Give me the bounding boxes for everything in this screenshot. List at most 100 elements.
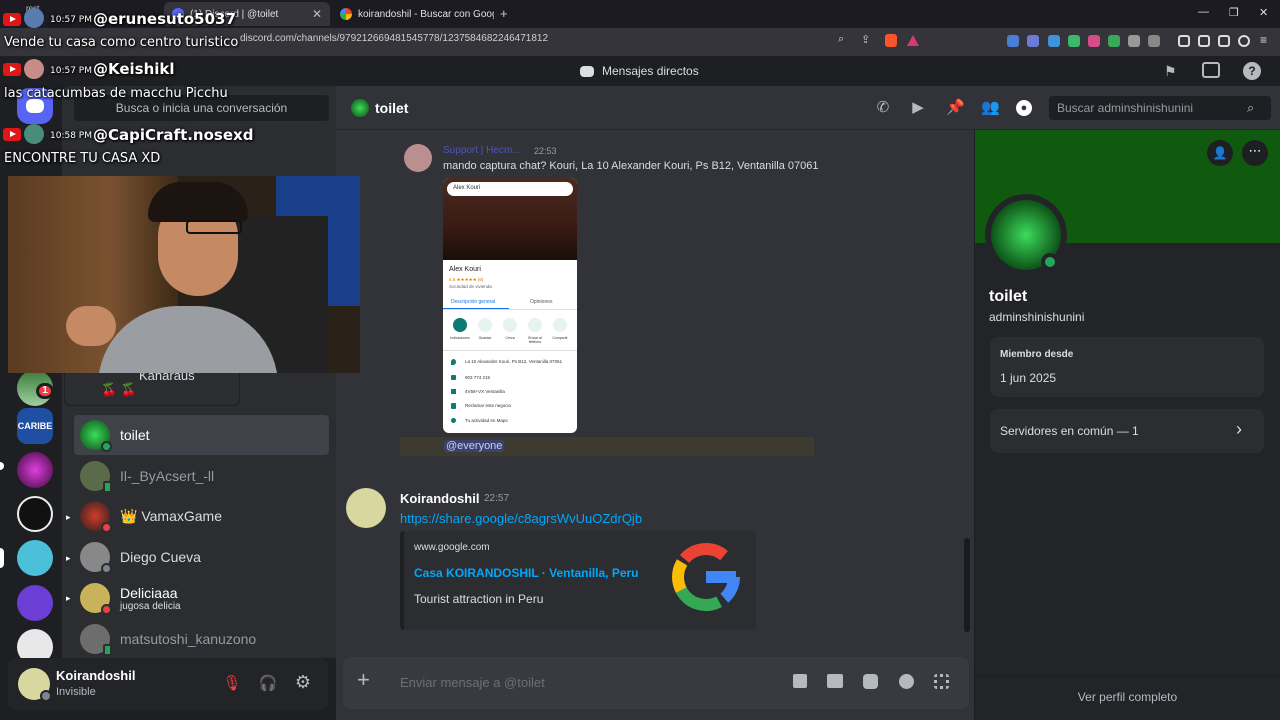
avatar	[80, 542, 112, 574]
share-icon[interactable]: ⇪	[861, 33, 870, 46]
message-avatar[interactable]	[346, 488, 386, 528]
place-plus-code: 4V58+VX Ventanilla	[465, 389, 505, 394]
voice-call-icon[interactable]: ✆	[875, 100, 891, 116]
settings-gear-icon[interactable]: ⚙	[293, 672, 313, 692]
leo-icon[interactable]	[1218, 35, 1230, 47]
avatar	[80, 501, 112, 533]
dm-item[interactable]: 👑 VamaxGame	[74, 496, 329, 536]
maps-search-box: Alex Kouri	[447, 182, 573, 196]
minimize-icon[interactable]: —	[1198, 6, 1209, 18]
channel-name[interactable]: toilet	[375, 100, 408, 116]
dm-item[interactable]: matsutoshi_kanuzono	[74, 619, 329, 659]
extension-icon[interactable]	[1027, 35, 1039, 47]
inbox-icon[interactable]	[1202, 62, 1220, 78]
help-icon[interactable]: ?	[1243, 62, 1261, 80]
user-avatar[interactable]	[18, 668, 52, 702]
brave-rewards-icon[interactable]	[907, 35, 919, 46]
chat-user: @erunesuto5037	[93, 10, 236, 28]
mutual-servers-button[interactable]: Servidores en común — 1 ›	[990, 409, 1264, 453]
extension-icon[interactable]	[1068, 35, 1080, 47]
more-options-icon[interactable]: ⋯	[1242, 140, 1268, 166]
member-since-label: Miembro desde	[1000, 349, 1074, 360]
emoji-icon[interactable]	[899, 674, 914, 689]
status-online-icon	[101, 441, 112, 452]
message-avatar[interactable]	[404, 144, 432, 172]
add-friends-to-dm-icon[interactable]: 👥	[981, 100, 1000, 116]
chat-time: 10:57 PM	[50, 66, 92, 76]
menu-icon[interactable]: ≡	[1260, 33, 1267, 47]
link-embed: www.google.com Casa KOIRANDOSHIL · Venta…	[400, 531, 756, 630]
gift-icon[interactable]	[793, 674, 807, 688]
sticker-icon[interactable]	[863, 674, 878, 689]
place-claim: Reclamar este negocio	[465, 403, 512, 408]
chat-user: @CapiCraft.nosexd	[93, 126, 254, 144]
mute-microphone-icon[interactable]: 🎙	[222, 674, 242, 694]
extension-icon[interactable]	[1148, 35, 1160, 47]
vpn-icon[interactable]	[1238, 35, 1250, 47]
gif-icon[interactable]	[827, 674, 843, 688]
chat-message: ENCONTRE TU CASA XD	[4, 151, 161, 166]
nearby-icon	[503, 318, 517, 332]
chat-message: Vende tu casa como centro turistico	[4, 35, 239, 50]
plus-code-icon	[451, 389, 456, 394]
server-icon[interactable]	[17, 540, 53, 576]
zoom-icon[interactable]: ⌕	[838, 33, 844, 46]
message-link[interactable]: https://share.google/c8agrsWvUuOZdrQjb	[400, 511, 642, 526]
action-label: Compartir	[552, 336, 568, 340]
tab-label: koirandoshil - Buscar con Google	[358, 8, 494, 20]
tab-google[interactable]: koirandoshil - Buscar con Google ✕	[332, 2, 494, 26]
embed-title[interactable]: Casa KOIRANDOSHIL · Ventanilla, Peru	[414, 566, 639, 580]
youtube-icon	[3, 13, 21, 26]
place-name: Alex Kouri	[449, 266, 481, 273]
server-icon[interactable]	[17, 496, 53, 532]
message-input[interactable]: Enviar mensaje a @toilet	[400, 675, 545, 690]
maximize-icon[interactable]: ❐	[1229, 6, 1239, 19]
embed-description: Tourist attraction in Peru	[414, 592, 544, 606]
headphones-icon[interactable]: 🎧	[258, 674, 278, 694]
extension-icon[interactable]	[1048, 35, 1060, 47]
dm-item[interactable]: Diego Cueva	[74, 537, 329, 577]
url-field[interactable]: discord.com/channels/979212669481545778/…	[240, 33, 548, 44]
message-timestamp: 22:57	[484, 493, 510, 504]
server-icon[interactable]	[17, 452, 53, 488]
status-invisible-icon	[40, 690, 52, 702]
view-full-profile-button[interactable]: Ver perfil completo	[975, 690, 1280, 704]
image-attachment[interactable]: Alex Kouri Alex Kouri 4.5 ★★★★★ (6) Soci…	[443, 178, 577, 433]
search-icon: ⌕	[1247, 100, 1255, 115]
apps-icon[interactable]	[934, 674, 949, 689]
video-call-icon[interactable]: ▶	[910, 100, 926, 116]
server-icon-caribe[interactable]: CARIBE	[17, 408, 53, 444]
chatter-avatar	[24, 59, 44, 79]
dm-item[interactable]: Deliciaaa jugosa delicia	[74, 578, 329, 618]
extension-icon[interactable]	[1108, 35, 1120, 47]
person-hand	[66, 306, 116, 346]
extension-icon[interactable]	[1088, 35, 1100, 47]
action-label: Enviar al teléfono	[528, 336, 542, 344]
chevron-right-icon: ›	[1236, 419, 1242, 439]
channel-avatar	[351, 99, 369, 117]
chat-search-input[interactable]: Buscar adminshinishunini	[1049, 96, 1271, 120]
add-attachment-button[interactable]: +	[357, 669, 370, 691]
place-activity: Tu actividad en Maps	[465, 418, 508, 423]
everyone-mention[interactable]: @everyone	[444, 440, 505, 452]
pinned-messages-icon[interactable]: 📌	[946, 100, 965, 116]
user-profile-icon[interactable]: ●	[1016, 100, 1032, 116]
brave-shield-icon[interactable]	[885, 34, 897, 47]
chat-scrollbar[interactable]	[964, 538, 970, 632]
new-tab-button[interactable]: +	[500, 6, 508, 21]
flag-icon[interactable]: ⚑	[1164, 63, 1177, 80]
chat-time: 10:57 PM	[50, 15, 92, 25]
dm-item[interactable]: Il-_ByAcsert_-ll	[74, 456, 329, 496]
puzzle-icon[interactable]	[1128, 35, 1140, 47]
close-tab-icon[interactable]: ✕	[312, 7, 322, 21]
status-dnd-icon	[101, 522, 112, 533]
server-icon[interactable]	[17, 585, 53, 621]
wallet-icon[interactable]	[1198, 35, 1210, 47]
close-window-icon[interactable]: ✕	[1259, 6, 1268, 19]
message-author[interactable]: Koirandoshil	[400, 491, 479, 506]
add-friend-icon[interactable]: 👤	[1207, 140, 1233, 166]
dm-item-toilet[interactable]: toilet	[74, 415, 329, 455]
extension-translate-icon[interactable]	[1007, 35, 1019, 47]
message-author[interactable]: Support | Hecm...	[443, 145, 521, 156]
sidebar-icon[interactable]	[1178, 35, 1190, 47]
